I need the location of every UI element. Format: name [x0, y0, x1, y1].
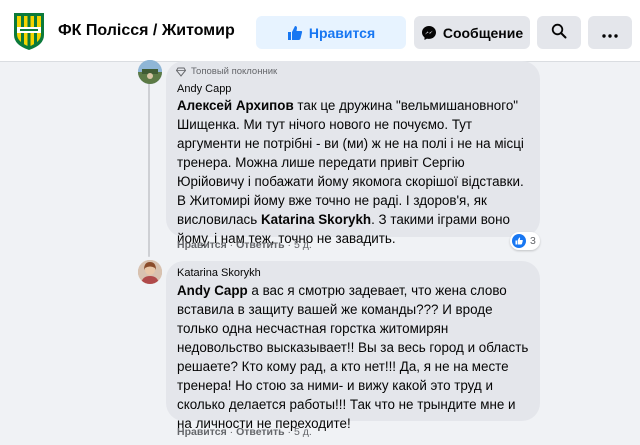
- comment-actions: Нравится · Ответить · 5 д.: [177, 426, 312, 438]
- reply-link[interactable]: Ответить: [236, 426, 285, 438]
- like-reaction-icon: [512, 234, 526, 248]
- mention-link[interactable]: Katarina Skorykh: [261, 212, 371, 227]
- comment-text: Andy Capp а вас я смотрю задевает, что ж…: [177, 283, 529, 431]
- reply-link[interactable]: Ответить: [236, 239, 285, 251]
- top-fan-badge: Топовый поклонник: [176, 66, 277, 77]
- reply-thread-line: [148, 62, 150, 257]
- mention-link[interactable]: Andy Capp: [177, 283, 248, 298]
- more-button[interactable]: [588, 16, 632, 49]
- like-page-label: Нравится: [308, 24, 376, 41]
- comment-timestamp[interactable]: 5 д.: [294, 239, 312, 251]
- thumbs-up-icon: [287, 25, 303, 41]
- more-icon: [602, 25, 618, 41]
- page-title[interactable]: ФК Полісся / Житомир: [58, 22, 235, 40]
- like-comment-link[interactable]: Нравится: [177, 426, 227, 438]
- comment-timestamp[interactable]: 5 д.: [294, 426, 312, 438]
- search-icon: [551, 23, 567, 42]
- avatar[interactable]: [138, 60, 162, 84]
- message-label: Сообщение: [442, 24, 524, 41]
- message-button[interactable]: Сообщение: [414, 16, 530, 49]
- avatar[interactable]: [138, 260, 162, 284]
- comment-actions: Нравится · Ответить · 5 д.: [177, 239, 312, 251]
- diamond-badge-icon: [176, 67, 186, 77]
- mention-link[interactable]: Алексей Архипов: [177, 98, 294, 113]
- reactions-count: 3: [530, 235, 536, 247]
- search-button[interactable]: [537, 16, 581, 49]
- comment-text: Алексей Архипов так це дружина "вельмиша…: [177, 98, 524, 246]
- comment-author[interactable]: Andy Capp: [177, 83, 231, 95]
- club-logo-icon[interactable]: [12, 11, 46, 51]
- page-header: ФК Полісся / Житомир Нравится Сообщение: [0, 0, 640, 62]
- like-page-button[interactable]: Нравится: [256, 16, 406, 49]
- like-comment-link[interactable]: Нравится: [177, 239, 227, 251]
- reactions-summary[interactable]: 3: [510, 232, 540, 250]
- messenger-icon: [421, 25, 437, 41]
- comment-author[interactable]: Katarina Skorykh: [177, 267, 261, 279]
